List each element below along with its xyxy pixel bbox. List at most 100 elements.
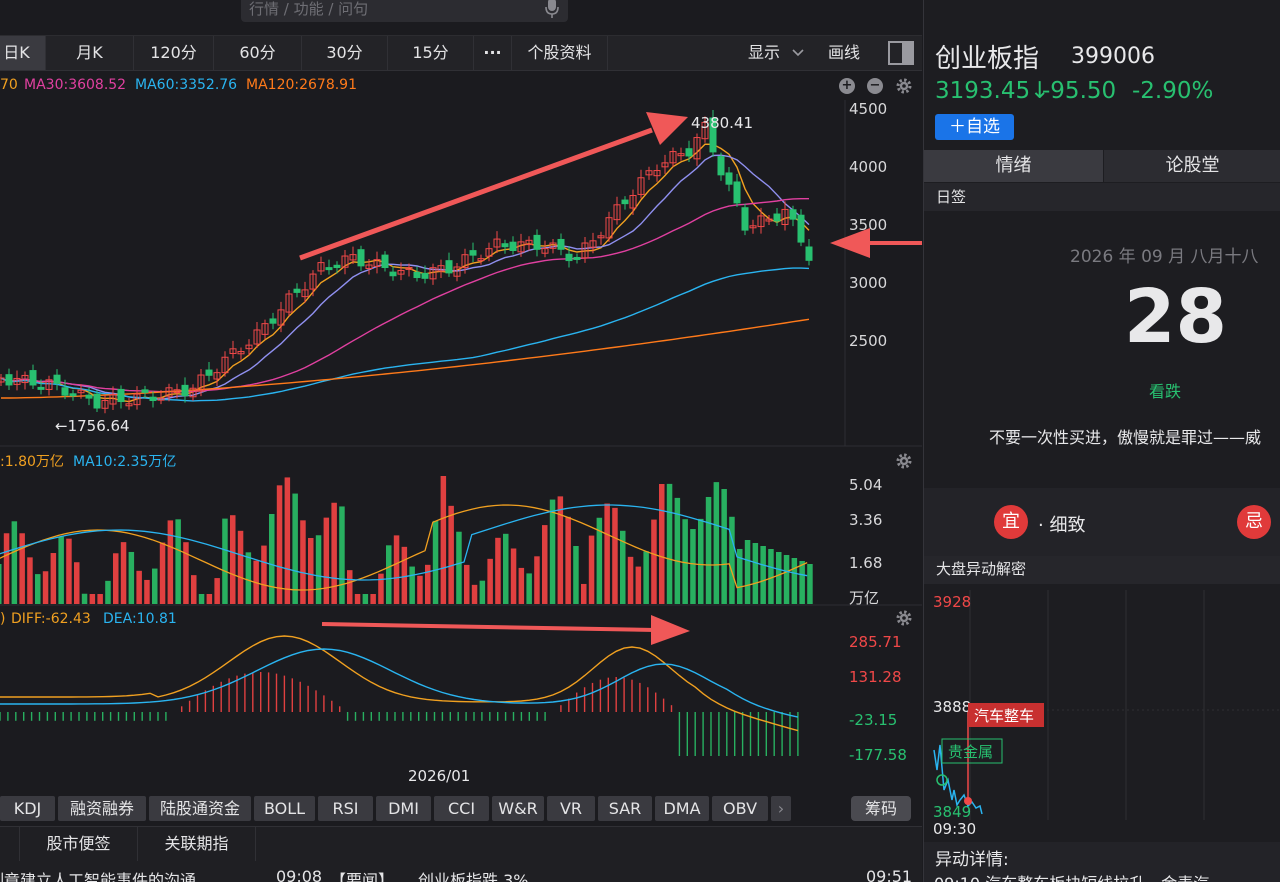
- indicator-tab[interactable]: VR: [547, 796, 595, 821]
- tab-15min[interactable]: 15分: [388, 36, 474, 70]
- volume-bar: [588, 535, 595, 604]
- top-bar: 行情 / 功能 / 问句: [0, 0, 922, 36]
- chip-button[interactable]: 筹码: [851, 796, 911, 821]
- anomaly-tag-auto[interactable]: 汽车整车: [974, 707, 1034, 725]
- indicator-tab[interactable]: OBV: [712, 796, 768, 821]
- volume-bar: [518, 567, 525, 604]
- tab-stock-info[interactable]: 个股资料: [512, 36, 608, 70]
- candle-body: [85, 394, 93, 399]
- anomaly-chart[interactable]: 3928 3888 3849 汽车整车 贵金属: [924, 586, 1280, 826]
- zoom-in-icon[interactable]: +: [839, 78, 855, 94]
- candle-body: [333, 264, 341, 269]
- draw-line-button[interactable]: 画线: [828, 36, 860, 70]
- index-change: -95.50: [1042, 78, 1117, 104]
- tab-sentiment[interactable]: 情绪: [924, 150, 1103, 182]
- panel-toggle-icon[interactable]: [888, 41, 914, 65]
- display-menu[interactable]: 显示: [748, 36, 805, 70]
- ticker-time-right: 09:51: [866, 867, 913, 882]
- volume-bar: [42, 571, 49, 604]
- indicator-tab[interactable]: KDJ: [0, 796, 55, 821]
- volume-bar: [783, 555, 790, 604]
- volume-bar: [643, 551, 649, 604]
- indicator-tab[interactable]: 陆股通资金: [149, 796, 251, 821]
- anomaly-tag-metal[interactable]: 贵金属: [948, 743, 993, 761]
- volume-bar: [471, 584, 478, 604]
- microphone-icon[interactable]: [545, 0, 559, 18]
- candle-body: [53, 374, 61, 384]
- volume-bar: [573, 545, 579, 604]
- indicator-tab[interactable]: RSI: [318, 796, 373, 821]
- ma60-line: [0, 267, 810, 402]
- candle-body: [557, 238, 565, 250]
- index-pct: -2.90%: [1132, 78, 1214, 104]
- daily-quote: 不要一次性买进，傲慢就是罪过——威: [989, 428, 1262, 447]
- volume-bar: [315, 535, 322, 604]
- indicator-tab[interactable]: DMA: [655, 796, 709, 821]
- volume-bar: [354, 594, 361, 604]
- tab-120min[interactable]: 120分: [134, 36, 214, 70]
- volume-bar: [97, 594, 103, 604]
- tab-30min[interactable]: 30分: [302, 36, 388, 70]
- volume-bar: [284, 477, 291, 604]
- zoom-out-icon[interactable]: −: [867, 78, 883, 94]
- candle-body: [725, 172, 733, 185]
- indicator-tab[interactable]: CCI: [434, 796, 489, 821]
- scroll-right-icon[interactable]: ›: [771, 796, 791, 821]
- volume-bar: [11, 521, 18, 604]
- tab-forum[interactable]: 论股堂: [1104, 150, 1280, 182]
- indicator-tab[interactable]: SAR: [598, 796, 652, 821]
- indicator-tab[interactable]: 融资融券: [58, 796, 146, 821]
- candle-body: [805, 246, 813, 261]
- add-watchlist-button[interactable]: ＋自选: [935, 114, 1014, 140]
- gear-icon[interactable]: [896, 610, 912, 626]
- volume-axis-label: 万亿: [849, 589, 879, 607]
- tab-more[interactable]: ···: [474, 36, 512, 70]
- volume-bar: [666, 483, 673, 604]
- indicator-tab[interactable]: BOLL: [254, 796, 315, 821]
- volume-bar: [120, 542, 127, 604]
- volume-bar: [308, 537, 314, 604]
- ticker-left-text: 制章建立人工智能事件的沟通: [0, 871, 197, 882]
- news-ticker[interactable]: 制章建立人工智能事件的沟通 09:08 【要闻】 创业板指跌 3% 09:51: [0, 867, 922, 882]
- candle-body: [509, 241, 517, 251]
- volume-bar: [768, 549, 774, 604]
- volume-bar: [698, 518, 704, 604]
- display-label: 显示: [748, 43, 781, 62]
- kline-chart[interactable]: 45004000350030002500 4380.41 ←1756.64 :1…: [0, 97, 922, 797]
- volume-bar: [370, 594, 376, 604]
- volume-bar: [456, 531, 462, 604]
- volume-bar: [393, 535, 400, 604]
- anomaly-low: 3849: [933, 803, 971, 821]
- volume-bar: [510, 548, 517, 604]
- tab-stock-notes[interactable]: 股市便签: [20, 827, 138, 861]
- volume-bar: [542, 525, 548, 604]
- tab-daily-k[interactable]: 日K: [0, 36, 46, 70]
- volume-bar: [3, 533, 10, 604]
- tab-monthly-k[interactable]: 月K: [46, 36, 134, 70]
- volume-bar: [729, 516, 735, 604]
- volume-bar: [557, 496, 564, 604]
- price-pane: 45004000350030002500 4380.41 ←1756.64: [0, 100, 922, 447]
- indicator-tab[interactable]: DMI: [376, 796, 431, 821]
- volume-bar: [175, 519, 181, 604]
- gear-icon[interactable]: [895, 77, 913, 95]
- volume-bar: [347, 570, 353, 604]
- volume-bar: [74, 562, 80, 604]
- macd-prefix: ): [0, 611, 5, 627]
- candle-body: [5, 374, 13, 386]
- candle-body: [685, 148, 693, 157]
- search-input[interactable]: 行情 / 功能 / 问句: [241, 0, 568, 22]
- volume-bar: [183, 542, 189, 604]
- candle-body: [389, 271, 397, 277]
- volume-axis: 5.04 3.36 1.68 万亿: [849, 476, 882, 607]
- volume-bar: [269, 513, 275, 604]
- volume-bar: [50, 553, 57, 604]
- indicator-tab[interactable]: W&R: [492, 796, 544, 821]
- tab-related-futures[interactable]: 关联期指: [138, 827, 256, 861]
- candle-body: [29, 370, 37, 386]
- candle-body: [773, 213, 781, 222]
- ma30-line: [0, 197, 809, 393]
- candle-body: [413, 271, 421, 279]
- volume-bar: [191, 575, 197, 604]
- tab-60min[interactable]: 60分: [214, 36, 302, 70]
